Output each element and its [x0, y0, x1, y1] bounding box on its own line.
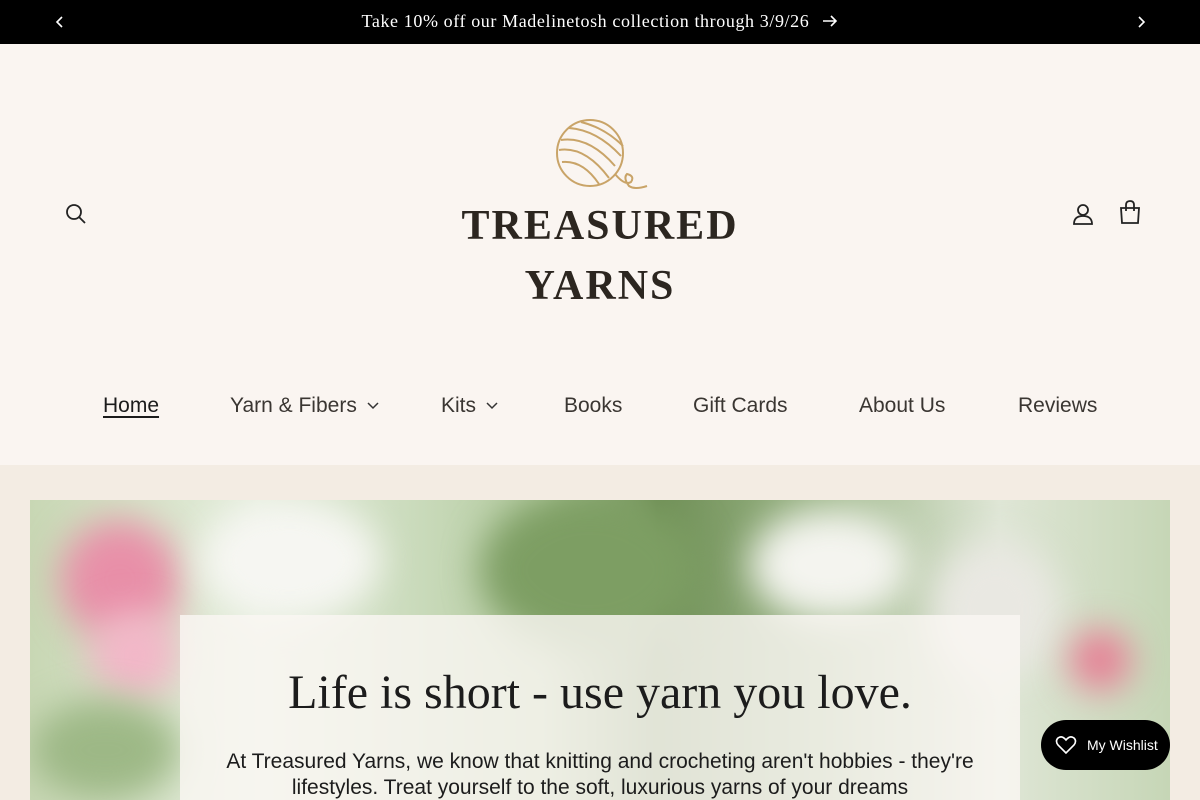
- nav-item-label: Yarn & Fibers: [230, 394, 357, 417]
- announcement-text: Take 10% off our Madelinetosh collection…: [361, 11, 810, 31]
- announcement-bar: Take 10% off our Madelinetosh collection…: [0, 0, 1200, 44]
- chevron-right-icon: [1138, 16, 1146, 28]
- hero-banner: Life is short - use yarn you love. At Tr…: [30, 500, 1170, 800]
- account-icon: [1073, 204, 1093, 225]
- announcement-next-button[interactable]: [1131, 12, 1151, 32]
- nav-item-yarn-fibers[interactable]: Yarn & Fibers: [230, 394, 379, 418]
- announcement-link[interactable]: Take 10% off our Madelinetosh collection…: [0, 11, 1200, 33]
- nav-item-reviews[interactable]: Reviews: [1018, 394, 1097, 418]
- hero-image-blur: [1070, 630, 1130, 690]
- chevron-down-icon: [367, 402, 379, 410]
- site-header: TREASURED YARNS Home Yarn & Fibers Kits …: [0, 44, 1200, 465]
- hero-text-card: Life is short - use yarn you love. At Tr…: [180, 615, 1020, 800]
- nav-item-label: Reviews: [1018, 394, 1098, 417]
- nav-item-kits[interactable]: Kits: [441, 394, 498, 418]
- search-button[interactable]: [63, 201, 89, 227]
- nav-item-label: Home: [103, 394, 160, 417]
- wishlist-label: My Wishlist: [1087, 737, 1158, 753]
- site-logo[interactable]: TREASURED YARNS: [450, 114, 750, 314]
- nav-item-label: About Us: [859, 394, 946, 417]
- logo-line-2: YARNS: [524, 263, 676, 309]
- hero-description: At Treasured Yarns, we know that knittin…: [226, 750, 974, 799]
- hero-image-blur: [750, 510, 910, 620]
- cart-button[interactable]: [1117, 199, 1143, 227]
- logo-line-1: TREASURED: [461, 203, 739, 249]
- hero-image-blur: [30, 700, 180, 800]
- search-icon: [66, 204, 86, 224]
- account-button[interactable]: [1070, 201, 1096, 227]
- yarn-ball-icon: [556, 119, 648, 189]
- nav-item-label: Books: [564, 394, 623, 417]
- main-nav: Home Yarn & Fibers Kits Books Gift Cards…: [0, 394, 1200, 422]
- nav-item-label: Gift Cards: [693, 394, 788, 417]
- nav-item-books[interactable]: Books: [564, 394, 622, 418]
- hero-image-blur: [200, 500, 380, 620]
- nav-item-gift-cards[interactable]: Gift Cards: [693, 394, 788, 418]
- chevron-down-icon: [486, 402, 498, 410]
- nav-item-label: Kits: [441, 394, 477, 417]
- hero-title: Life is short - use yarn you love.: [288, 666, 912, 719]
- heart-icon: [1055, 736, 1077, 755]
- arrow-right-icon: [822, 12, 838, 33]
- wishlist-button[interactable]: My Wishlist: [1041, 720, 1170, 770]
- nav-item-home[interactable]: Home: [103, 394, 159, 418]
- cart-icon: [1120, 200, 1140, 224]
- hero-image-blur: [90, 610, 180, 700]
- nav-item-about-us[interactable]: About Us: [859, 394, 945, 418]
